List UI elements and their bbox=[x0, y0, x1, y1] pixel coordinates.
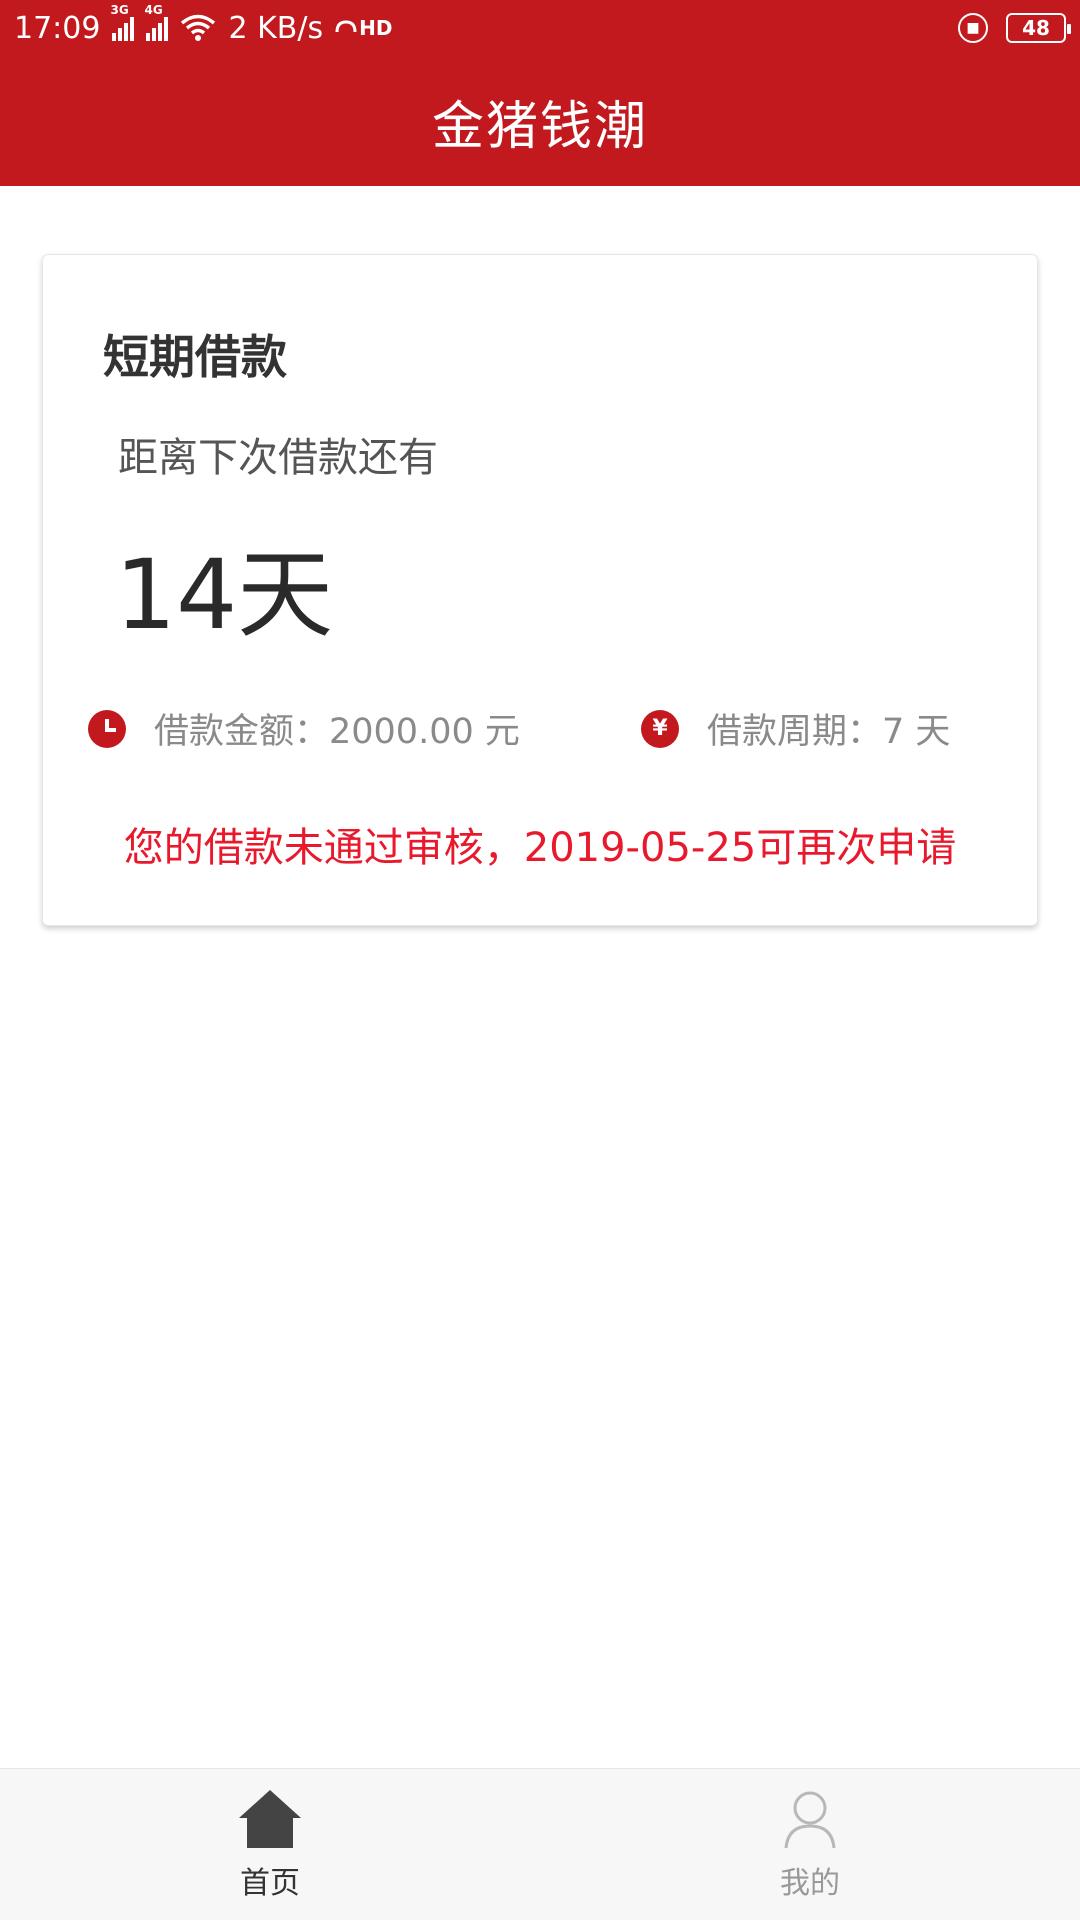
battery-icon: 48 bbox=[1006, 13, 1071, 43]
network-speed: 2 KB/s bbox=[228, 10, 324, 46]
loan-type-title: 短期借款 bbox=[103, 330, 287, 384]
status-time: 17:09 bbox=[14, 10, 101, 46]
rejection-notice: 您的借款未通过审核，2019-05-25可再次申请 bbox=[123, 825, 957, 871]
loan-period-text: 借款周期：7 天 bbox=[707, 712, 951, 752]
bottom-tab-bar: 首页 我的 bbox=[0, 1768, 1080, 1920]
loan-card: 短期借款 距离下次借款还有 14天 借款金额：2000.00 元 ¥ 借款周期：… bbox=[42, 254, 1038, 926]
battery-level: 48 bbox=[1022, 16, 1050, 40]
clock-icon bbox=[88, 709, 126, 748]
loan-amount-text: 借款金额：2000.00 元 bbox=[154, 712, 520, 752]
loan-amount: 借款金额：2000.00 元 bbox=[88, 703, 520, 754]
tab-home-label: 首页 bbox=[240, 1865, 300, 1901]
yuan-icon: ¥ bbox=[641, 709, 679, 748]
signal-sim2-icon: 4G bbox=[144, 3, 169, 41]
page-title: 金猪钱潮 bbox=[431, 96, 648, 157]
home-icon bbox=[239, 1789, 301, 1848]
countdown-value: 14天 bbox=[115, 539, 334, 651]
status-bar: 17:09 3G 4G 2 KB/s HD ■ 48 bbox=[0, 0, 1080, 56]
loan-period: ¥ 借款周期：7 天 bbox=[641, 703, 950, 754]
app-bar: 金猪钱潮 bbox=[0, 56, 1080, 186]
rotation-lock-icon: ■ bbox=[958, 13, 988, 43]
wifi-icon bbox=[181, 14, 216, 41]
user-icon bbox=[784, 1791, 836, 1848]
hd-call-icon: HD bbox=[335, 16, 392, 40]
tab-mine-label: 我的 bbox=[780, 1865, 840, 1901]
tab-mine[interactable]: 我的 bbox=[540, 1769, 1080, 1920]
signal-sim1-icon: 3G bbox=[110, 3, 135, 41]
tab-home[interactable]: 首页 bbox=[0, 1769, 540, 1920]
countdown-label: 距离下次借款还有 bbox=[118, 435, 438, 481]
